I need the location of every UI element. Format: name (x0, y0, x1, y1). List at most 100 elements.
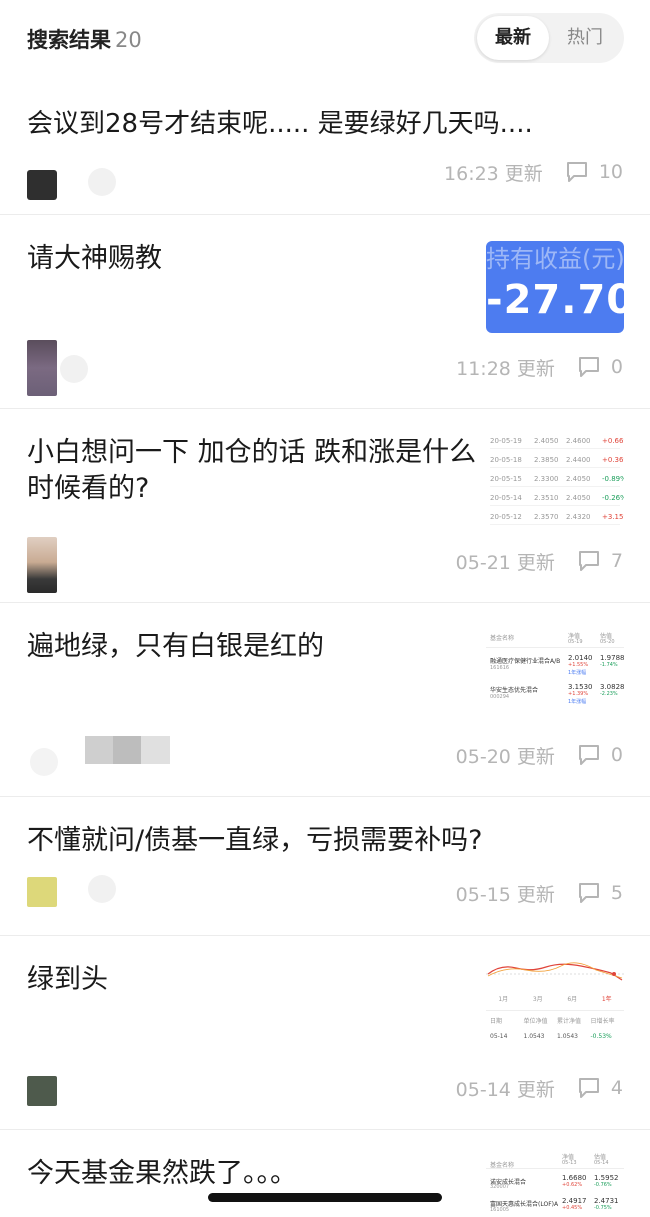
post-title[interactable]: 今天基金果然跌了。。。 (27, 1156, 297, 1192)
nav-table-cell: 20-05-12 (490, 513, 522, 521)
avatar[interactable] (27, 340, 57, 396)
post-title[interactable]: 不懂就问/债基一直绿，亏损需要补吗? (27, 823, 482, 859)
post-thumbnail[interactable]: 持有收益(元) -27.70 (486, 241, 624, 333)
post-item[interactable]: 绿到头 1月 3月 6月 1年 日期 单位净值 累计净值 日增长率 05-14 … (0, 936, 650, 1130)
fund-code: 161005 (490, 1207, 510, 1213)
nav-table-cell: 20-05-14 (490, 494, 522, 502)
nav-table-row: 20-05-14 2.3510 2.4050 -0.26% (490, 494, 624, 506)
fund-tag: 1年涨幅 (568, 670, 587, 676)
thumb-sub-nav: 05-13 (562, 1160, 577, 1166)
thumb-label: 持有收益(元) (486, 245, 624, 273)
fund-code: 320007 (490, 1184, 510, 1190)
comment-icon (578, 551, 599, 571)
post-meta: 05-20 更新 0 (456, 741, 623, 769)
home-indicator[interactable] (208, 1193, 442, 1202)
post-item[interactable]: 请大神赐教 持有收益(元) -27.70 11:28 更新 0 (0, 215, 650, 409)
divider (486, 1010, 624, 1011)
comment-icon (578, 357, 599, 377)
table-head: 日增长率 (590, 1018, 615, 1025)
post-thumbnail[interactable]: 20-05-19 2.4050 2.4600 +0.66% 20-05-18 2.3850… (486, 433, 624, 533)
avatar[interactable] (27, 877, 57, 907)
range-tab: 6月 (567, 996, 578, 1003)
fund-nav: 1.6680 (562, 1174, 587, 1182)
post-title[interactable]: 请大神赐教 (27, 241, 162, 277)
fund-code: 000294 (490, 694, 510, 700)
post-thumbnail[interactable]: 基金名称 净值 估值 05-13 05-14 诺安成长混合 320007 1.6… (486, 1150, 624, 1217)
nav-table-cell: -0.26% (602, 494, 624, 502)
nav-table-cell: +0.66% (602, 437, 624, 445)
fund-nav: 3.1530 (568, 683, 593, 691)
avatar[interactable] (27, 1076, 57, 1106)
nav-table-cell: 2.3570 (534, 513, 559, 521)
post-title[interactable]: 会议到28号才结束呢..... 是要绿好几天吗.... (27, 106, 533, 142)
post-meta: 16:23 更新 10 (444, 158, 623, 186)
post-item[interactable]: 不懂就问/债基一直绿，亏损需要补吗? 05-15 更新 5 (0, 797, 650, 936)
nav-table-cell: 2.3510 (534, 494, 559, 502)
update-time: 05-15 更新 (455, 883, 555, 906)
divider (486, 1168, 624, 1169)
search-results-label: 搜索结果 (27, 28, 111, 52)
post-meta: 05-21 更新 7 (456, 547, 623, 575)
fund-estimate-change: -0.76% (594, 1182, 612, 1188)
comment-icon (578, 883, 599, 903)
nav-table-cell: 2.4050 (566, 475, 591, 483)
post-title[interactable]: 小白想问一下 加仓的话 跌和涨是什么时候看的? (27, 435, 477, 507)
fund-estimate: 1.5952 (594, 1174, 619, 1182)
table-head: 日期 (490, 1018, 503, 1025)
thumb-head-name: 基金名称 (490, 635, 515, 642)
fund-estimate-change: -2.23% (600, 691, 618, 697)
author-name-blurred (85, 736, 170, 764)
post-title[interactable]: 遍地绿，只有白银是红的 (27, 629, 324, 665)
table-cell: 05-14 (490, 1033, 508, 1040)
comment-count: 0 (610, 744, 623, 766)
thumb-sub-est: 05-14 (594, 1160, 609, 1166)
update-time: 16:23 更新 (444, 162, 543, 185)
fund-estimate-change: -1.74% (600, 662, 618, 668)
range-tab: 1月 (498, 996, 509, 1003)
comment-icon (578, 745, 599, 765)
avatar[interactable] (30, 748, 58, 776)
avatar[interactable] (27, 170, 57, 200)
fund-estimate: 1.9788 (600, 654, 624, 662)
nav-table-cell: +3.15% (602, 513, 624, 521)
table-head: 累计净值 (557, 1018, 582, 1025)
fund-nav: 2.0140 (568, 654, 593, 662)
post-title[interactable]: 绿到头 (27, 962, 108, 998)
result-count: 20 (115, 28, 142, 52)
thumb-value: -27.70 (486, 277, 624, 323)
sort-hot-button[interactable]: 热门 (549, 16, 621, 60)
nav-table-cell: 2.3300 (534, 475, 559, 483)
comment-count: 10 (598, 161, 623, 183)
post-thumbnail[interactable]: 基金名称 净值 估值 05-19 05-20 融通医疗保健行业混合A/B 161… (486, 629, 624, 719)
nav-table-cell: 2.4050 (534, 437, 559, 445)
fund-nav-change: +0.45% (562, 1205, 583, 1211)
post-meta: 05-15 更新 5 (456, 879, 623, 907)
sort-toggle: 最新 热门 (474, 13, 624, 63)
sort-latest-button[interactable]: 最新 (477, 16, 549, 60)
nav-table-cell: 2.4400 (566, 456, 591, 464)
fund-nav-change: +1.55% (568, 662, 589, 668)
nav-table-cell: 2.4320 (566, 513, 591, 521)
nav-table-cell: -0.89% (602, 475, 624, 483)
comment-icon (578, 1078, 599, 1098)
nav-table-row: 20-05-19 2.4050 2.4600 +0.66% (490, 437, 624, 449)
post-thumbnail[interactable]: 1月 3月 6月 1年 日期 单位净值 累计净值 日增长率 05-14 1.05… (486, 958, 624, 1050)
post-item[interactable]: 小白想问一下 加仓的话 跌和涨是什么时候看的? 20-05-19 2.4050 2.… (0, 409, 650, 603)
post-item[interactable]: 今天基金果然跌了。。。 基金名称 净值 估值 05-13 05-14 诺安成长混… (0, 1130, 650, 1217)
nav-table-cell: 2.4050 (566, 494, 591, 502)
nav-table-cell: 2.3850 (534, 456, 559, 464)
comment-count: 0 (610, 356, 623, 378)
nav-table-row: 20-05-12 2.3570 2.4320 +3.15% (490, 513, 624, 525)
author-name-blurred (60, 355, 88, 383)
thumb-sub-est: 05-20 (600, 639, 615, 645)
nav-table-cell: +0.36% (602, 456, 624, 464)
post-item[interactable]: 遍地绿，只有白银是红的 基金名称 净值 估值 05-19 05-20 融通医疗保… (0, 603, 650, 797)
divider (486, 647, 624, 648)
fund-nav-change: +1.39% (568, 691, 589, 697)
post-item[interactable]: 会议到28号才结束呢..... 是要绿好几天吗.... 16:23 更新 10 (0, 80, 650, 215)
fund-name: 融通医疗保健行业混合A/B (490, 658, 561, 665)
update-time: 05-20 更新 (455, 745, 555, 768)
thumb-sub-nav: 05-19 (568, 639, 583, 645)
comment-count: 7 (610, 550, 623, 572)
avatar[interactable] (27, 537, 57, 593)
